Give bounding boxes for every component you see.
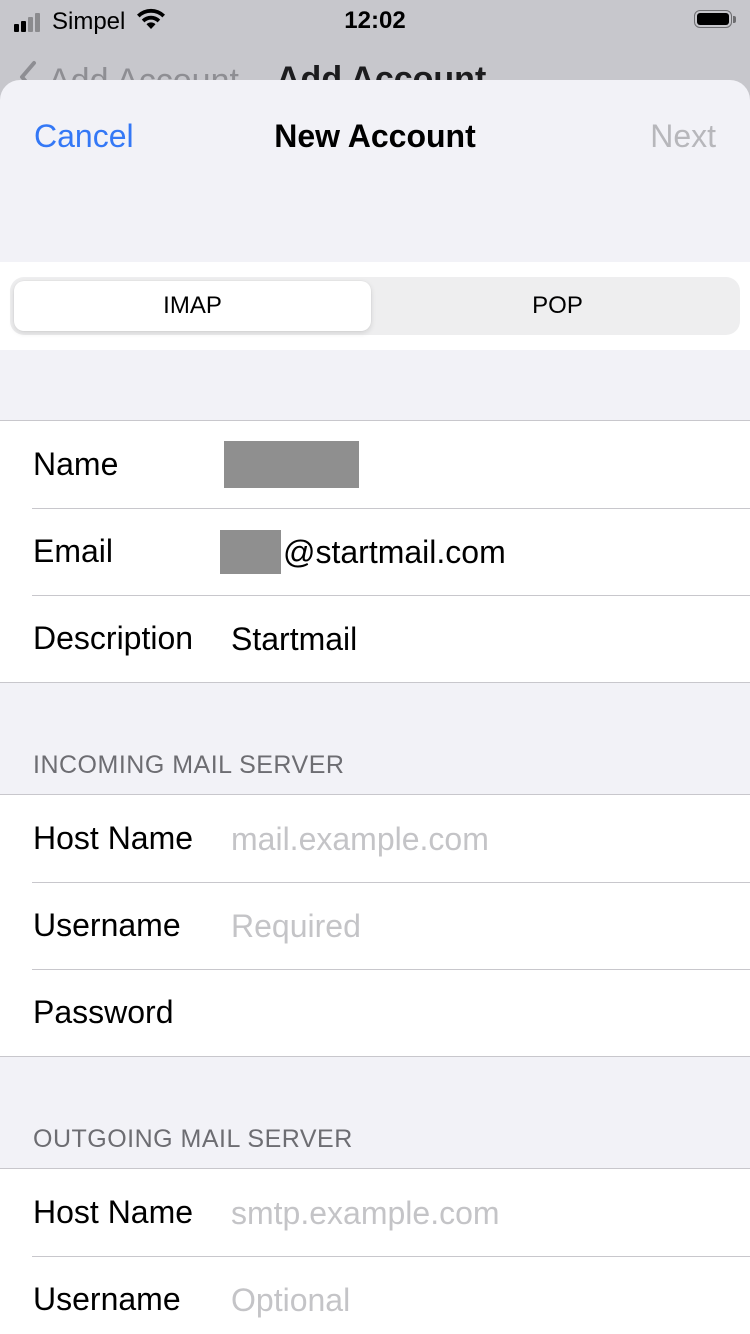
outgoing-host-field[interactable]: smtp.example.com: [231, 1169, 500, 1257]
segment-pop[interactable]: POP: [375, 277, 740, 335]
incoming-header-text: INCOMING MAIL SERVER: [33, 751, 345, 779]
next-button[interactable]: Next: [650, 118, 716, 155]
name-label: Name: [33, 446, 119, 482]
incoming-host-field[interactable]: mail.example.com: [231, 795, 489, 883]
incoming-username-label: Username: [33, 907, 181, 943]
outgoing-section-header: OUTGOING MAIL SERVER: [0, 1057, 750, 1168]
incoming-host-label: Host Name: [33, 820, 194, 856]
incoming-section-header: INCOMING MAIL SERVER: [0, 683, 750, 794]
description-field[interactable]: Startmail: [231, 595, 357, 683]
email-row[interactable]: Email @startmail.com: [0, 508, 750, 595]
email-field[interactable]: @startmail.com: [220, 508, 506, 596]
incoming-username-row[interactable]: Username Required: [0, 882, 750, 969]
outgoing-server-group: Host Name smtp.example.com Username Opti…: [0, 1168, 750, 1334]
outgoing-host-row[interactable]: Host Name smtp.example.com: [0, 1169, 750, 1256]
segment-imap-label: IMAP: [163, 292, 222, 319]
email-domain: @startmail.com: [283, 534, 506, 570]
outgoing-username-field[interactable]: Optional: [231, 1256, 350, 1334]
incoming-server-group: Host Name mail.example.com Username Requ…: [0, 794, 750, 1057]
battery-icon: [694, 10, 738, 30]
page-title: New Account: [274, 118, 476, 154]
incoming-password-row[interactable]: Password: [0, 969, 750, 1056]
outgoing-username-label: Username: [33, 1281, 181, 1317]
email-redacted: [220, 530, 281, 574]
name-field-redacted[interactable]: [224, 441, 359, 488]
status-time: 12:02: [344, 7, 406, 34]
incoming-username-field[interactable]: Required: [231, 882, 361, 970]
segment-imap[interactable]: IMAP: [10, 277, 375, 335]
account-info-group: Name Email @startmail.com Description St…: [0, 420, 750, 683]
outgoing-header-text: OUTGOING MAIL SERVER: [33, 1125, 353, 1153]
description-label: Description: [33, 620, 194, 656]
name-row[interactable]: Name: [0, 421, 750, 508]
new-account-sheet: Cancel New Account Next IMAP POP Name Em…: [0, 80, 750, 1334]
account-type-segmented-control[interactable]: IMAP POP: [10, 277, 740, 335]
description-row[interactable]: Description Startmail: [0, 595, 750, 682]
outgoing-host-label: Host Name: [33, 1194, 194, 1230]
outgoing-username-row[interactable]: Username Optional: [0, 1256, 750, 1334]
incoming-host-row[interactable]: Host Name mail.example.com: [0, 795, 750, 882]
account-type-section: IMAP POP: [0, 262, 750, 350]
segment-pop-label: POP: [532, 292, 583, 319]
incoming-password-label: Password: [33, 994, 174, 1030]
status-bar: Simpel 12:02: [0, 0, 750, 40]
email-label: Email: [33, 533, 114, 569]
sheet-nav-bar: Cancel New Account Next: [0, 80, 750, 262]
